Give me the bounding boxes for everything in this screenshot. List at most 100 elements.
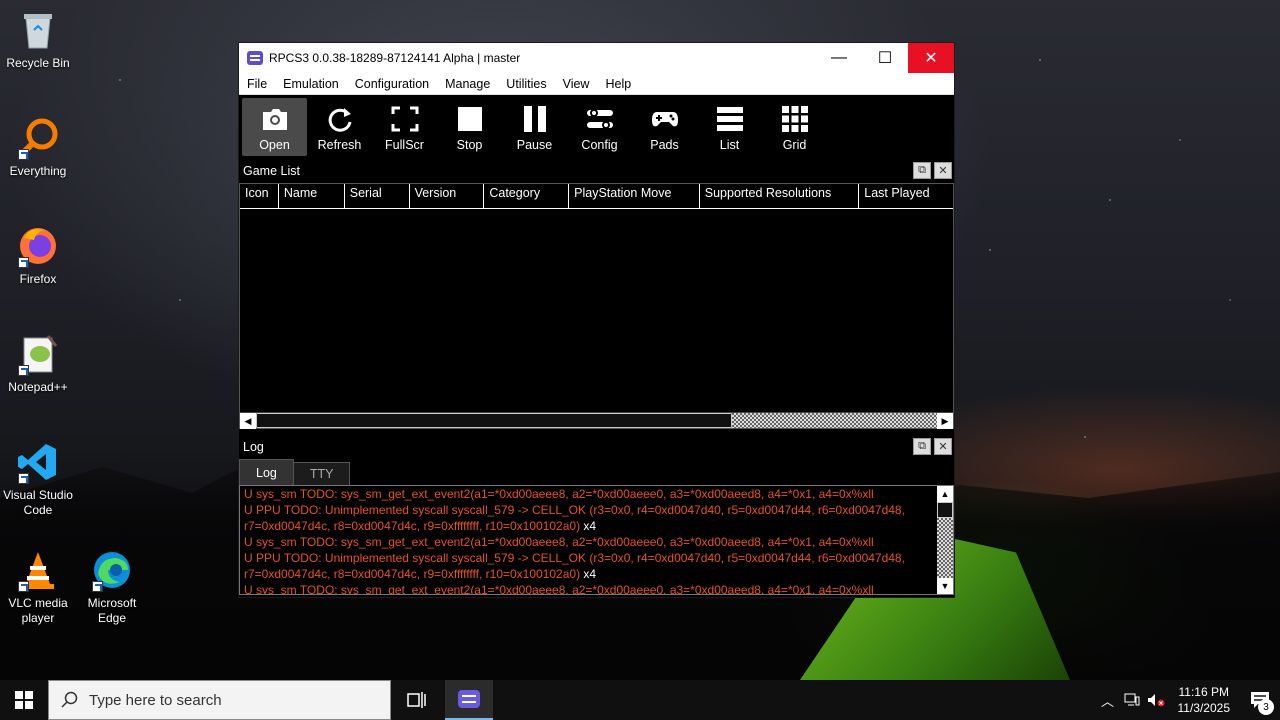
menu-configuration[interactable]: Configuration — [347, 77, 437, 91]
config-button[interactable]: Config — [567, 98, 632, 156]
vertical-scrollbar[interactable]: ▲ ▼ — [937, 486, 953, 594]
column-version[interactable]: Version — [410, 184, 485, 208]
log-line: r7=0xd0047d4c, r8=0xd0047d4c, r9=0xfffff… — [244, 567, 597, 581]
menu-manage[interactable]: Manage — [437, 77, 498, 91]
menu-bar: File Emulation Configuration Manage Util… — [239, 73, 954, 95]
horizontal-scrollbar[interactable]: ◀ ▶ — [240, 412, 953, 429]
sliders-icon — [586, 109, 613, 129]
toolbar: Open Refresh FullScr Stop Pause Config P… — [239, 95, 954, 159]
desktop-icon-label: Microsoft Edge — [87, 596, 137, 625]
column-category[interactable]: Category — [484, 184, 570, 208]
volume-muted-icon[interactable] — [1144, 693, 1168, 707]
column-playstation-move[interactable]: PlayStation Move — [569, 184, 700, 208]
notification-center-button[interactable]: 3 — [1240, 680, 1280, 720]
grid-icon — [781, 106, 808, 132]
undock-icon[interactable]: ⧉ — [913, 438, 931, 455]
menu-utilities[interactable]: Utilities — [498, 77, 554, 91]
shortcut-arrow-icon — [18, 257, 29, 268]
task-view-button[interactable] — [393, 680, 441, 720]
firefox-icon — [16, 224, 60, 268]
toolbar-label: Pads — [650, 138, 679, 152]
scroll-track[interactable] — [937, 518, 953, 578]
network-icon[interactable] — [1120, 693, 1144, 707]
menu-emulation[interactable]: Emulation — [275, 77, 347, 91]
scroll-left-icon[interactable]: ◀ — [240, 413, 256, 429]
column-name[interactable]: Name — [279, 184, 345, 208]
desktop-icon-label: VLC media player — [8, 596, 68, 625]
desktop-icon-label: Notepad++ — [8, 380, 68, 394]
column-last-played[interactable]: Last Played — [859, 184, 953, 208]
window-title: RPCS3 0.0.38-18289-87124141 Alpha | mast… — [269, 51, 521, 65]
taskbar: Type here to search ︿ 11:16 PM 11/3/2025… — [0, 680, 1280, 720]
list-view-button[interactable]: List — [697, 98, 762, 156]
scroll-thumb[interactable] — [256, 413, 732, 428]
log-line: U PPU TODO: Unimplemented syscall syscal… — [244, 551, 905, 565]
fullscreen-button[interactable]: FullScr — [372, 98, 437, 156]
windows-logo-icon — [15, 691, 33, 709]
toolbar-label: Grid — [782, 138, 807, 152]
game-list-title: Game List — [243, 164, 300, 178]
fullscreen-icon — [391, 106, 418, 132]
menu-help[interactable]: Help — [597, 77, 639, 91]
toolbar-label: FullScr — [385, 138, 424, 152]
game-list-header: Game List ⧉ ✕ — [239, 159, 954, 183]
desktop-icon-label: Everything — [9, 164, 67, 178]
scroll-down-icon[interactable]: ▼ — [937, 578, 953, 594]
undock-icon[interactable]: ⧉ — [913, 162, 931, 179]
tab-tty[interactable]: TTY — [292, 462, 351, 485]
scroll-up-icon[interactable]: ▲ — [937, 486, 953, 502]
grid-view-button[interactable]: Grid — [762, 98, 827, 156]
open-button[interactable]: Open — [242, 98, 307, 156]
rpcs3-window: RPCS3 0.0.38-18289-87124141 Alpha | mast… — [238, 42, 955, 598]
refresh-button[interactable]: Refresh — [307, 98, 372, 156]
maximize-button[interactable]: ☐ — [862, 43, 908, 73]
scroll-right-icon[interactable]: ▶ — [937, 413, 953, 429]
toolbar-label: Config — [581, 138, 618, 152]
taskbar-search-box[interactable]: Type here to search — [48, 680, 391, 720]
log-line: U PPU TODO: Unimplemented syscall syscal… — [244, 503, 905, 517]
clock-time: 11:16 PM — [1178, 685, 1229, 699]
log-line: U sys_sm TODO: sys_sm_get_ext_event2(a1=… — [244, 487, 874, 501]
scroll-track[interactable] — [732, 413, 937, 428]
column-supported-resolutions[interactable]: Supported Resolutions — [700, 184, 860, 208]
scroll-thumb[interactable] — [937, 502, 953, 518]
clock[interactable]: 11:16 PM 11/3/2025 — [1168, 684, 1241, 716]
minimize-button[interactable]: — — [816, 43, 862, 73]
column-serial[interactable]: Serial — [345, 184, 410, 208]
column-icon[interactable]: Icon — [240, 184, 279, 208]
desktop-icon-vlc[interactable]: VLC media player — [0, 548, 76, 626]
pause-button[interactable]: Pause — [502, 98, 567, 156]
toolbar-label: List — [719, 138, 740, 152]
task-view-icon — [407, 692, 426, 708]
search-icon — [61, 691, 78, 708]
vlc-cone-icon — [16, 548, 60, 592]
shortcut-arrow-icon — [18, 365, 29, 376]
chevron-up-icon[interactable]: ︿ — [1096, 691, 1120, 710]
game-list-table[interactable]: Icon Name Serial Version Category PlaySt… — [239, 183, 954, 429]
close-button[interactable]: ✕ — [908, 43, 954, 73]
close-panel-icon[interactable]: ✕ — [934, 438, 952, 455]
pads-button[interactable]: Pads — [632, 98, 697, 156]
title-bar[interactable]: RPCS3 0.0.38-18289-87124141 Alpha | mast… — [239, 43, 954, 73]
system-tray: ︿ 11:16 PM 11/3/2025 3 — [1096, 680, 1280, 720]
tab-log[interactable]: Log — [239, 459, 294, 485]
desktop-icon-everything[interactable]: Everything — [0, 116, 76, 179]
desktop-icon-notepadpp[interactable]: Notepad++ — [0, 332, 76, 395]
desktop-icon-vscode[interactable]: Visual Studio Code — [0, 440, 76, 518]
close-panel-icon[interactable]: ✕ — [934, 162, 952, 179]
taskbar-rpcs3[interactable] — [445, 680, 493, 720]
game-list-columns: Icon Name Serial Version Category PlaySt… — [240, 184, 953, 209]
start-button[interactable] — [0, 680, 48, 720]
search-placeholder: Type here to search — [89, 691, 222, 709]
list-icon — [716, 107, 743, 131]
log-header: Log ⧉ ✕ — [239, 435, 954, 459]
log-output[interactable]: U sys_sm TODO: sys_sm_get_ext_event2(a1=… — [239, 485, 954, 595]
desktop-icon-edge[interactable]: Microsoft Edge — [74, 548, 150, 626]
desktop-icon-firefox[interactable]: Firefox — [0, 224, 76, 287]
menu-file[interactable]: File — [239, 77, 275, 91]
stop-button[interactable]: Stop — [437, 98, 502, 156]
menu-view[interactable]: View — [555, 77, 598, 91]
folder-camera-icon — [262, 109, 287, 130]
shortcut-arrow-icon — [92, 581, 103, 592]
desktop-icon-recycle-bin[interactable]: Recycle Bin — [0, 8, 76, 71]
